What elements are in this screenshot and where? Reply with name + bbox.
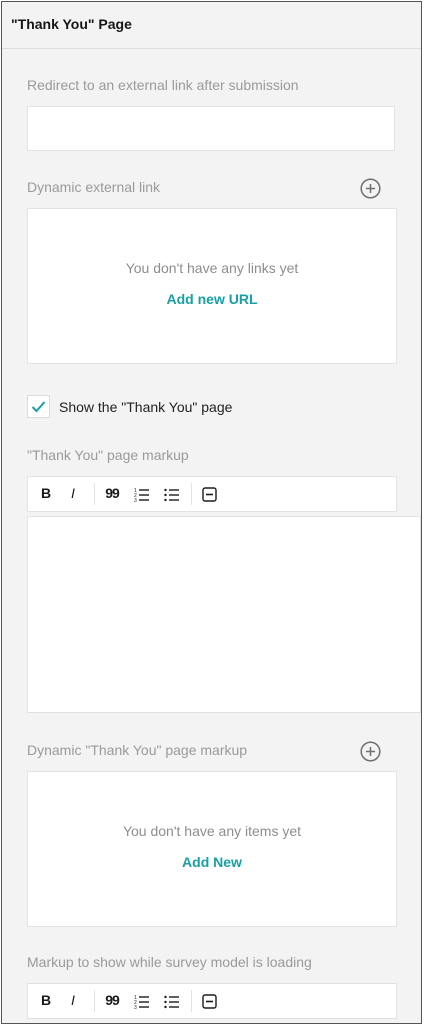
horizontal-rule-icon[interactable] [202,487,217,502]
bold-button[interactable]: B [40,485,52,503]
markup-editor-toolbar: B I 99 1 2 3 [27,476,397,512]
horizontal-rule-icon[interactable] [202,994,217,1009]
toolbar-divider [94,483,95,505]
dynamic-markup-empty-state: You don't have any items yet Add New [27,771,397,927]
svg-text:3: 3 [134,498,137,503]
ordered-list-icon[interactable]: 1 2 3 [134,487,150,503]
show-thank-you-checkbox[interactable] [27,395,50,418]
italic-button[interactable]: I [67,485,79,503]
bullet-list-icon[interactable] [164,487,180,503]
toolbar-divider [191,990,192,1012]
add-dynamic-markup-icon[interactable] [360,741,381,762]
add-dynamic-link-icon[interactable] [360,178,381,199]
italic-button[interactable]: I [67,992,79,1010]
blockquote-button[interactable]: 99 [103,992,121,1010]
markup-editor-area[interactable] [27,516,421,713]
toolbar-divider [94,990,95,1012]
show-thank-you-label[interactable]: Show the "Thank You" page [59,399,232,415]
toolbar-divider [191,483,192,505]
loading-markup-editor-toolbar: B I 99 1 2 3 [27,983,397,1019]
redirect-label: Redirect to an external link after submi… [27,77,299,93]
ordered-list-icon[interactable]: 1 2 3 [134,994,150,1010]
panel-title: "Thank You" Page [11,16,132,32]
checkmark-icon [31,401,46,413]
thank-you-page-panel: "Thank You" Page Redirect to an external… [1,1,422,1024]
loading-markup-label: Markup to show while survey model is loa… [27,954,312,970]
dynamic-links-empty-state: You don't have any links yet Add new URL [27,208,397,364]
redirect-url-input[interactable] [27,106,395,151]
dynamic-markup-label: Dynamic "Thank You" page markup [27,742,248,758]
dynamic-link-label: Dynamic external link [27,179,161,195]
add-new-url-link[interactable]: Add new URL [28,291,396,307]
markup-label: "Thank You" page markup [27,447,189,463]
svg-text:3: 3 [134,1005,137,1010]
no-links-text: You don't have any links yet [125,260,299,276]
bold-button[interactable]: B [40,992,52,1010]
add-new-link[interactable]: Add New [28,854,396,870]
no-items-text: You don't have any items yet [122,823,302,839]
blockquote-button[interactable]: 99 [103,485,121,503]
bullet-list-icon[interactable] [164,994,180,1010]
panel-header: "Thank You" Page [2,2,421,49]
